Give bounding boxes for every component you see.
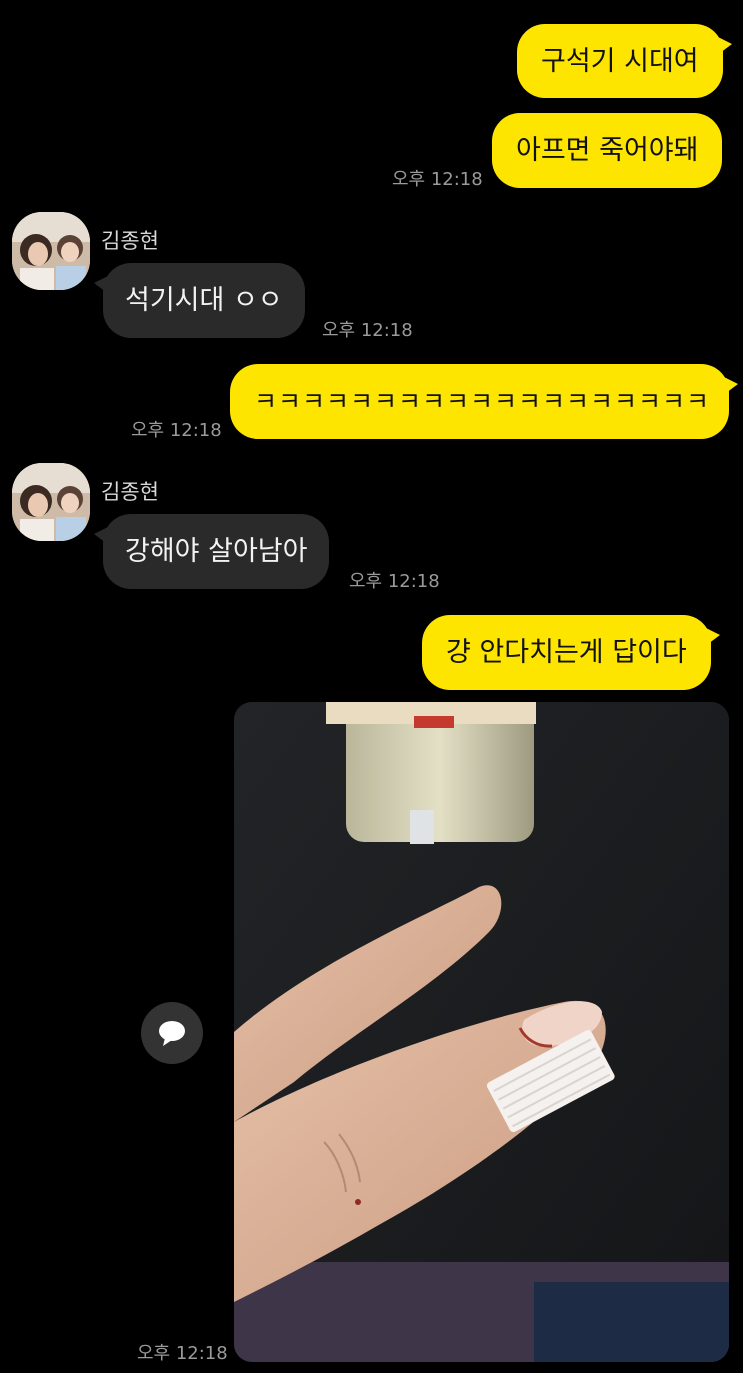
photo-message[interactable] bbox=[234, 702, 729, 1362]
sender-name: 김종현 bbox=[101, 480, 159, 504]
my-message-bubble[interactable]: 걍 안다치는게 답이다 bbox=[422, 615, 720, 690]
sender-name: 김종현 bbox=[101, 229, 159, 253]
other-message-bubble[interactable]: 강해야 살아남아 bbox=[93, 514, 330, 589]
thumb-bandage-photo bbox=[234, 702, 729, 1362]
my-message-bubble[interactable]: ㅋㅋㅋㅋㅋㅋㅋㅋㅋㅋㅋㅋㅋㅋㅋㅋㅋㅋㅋ bbox=[230, 364, 738, 439]
message-timestamp: 오후 12:18 bbox=[349, 571, 440, 592]
message-timestamp: 오후 12:18 bbox=[322, 320, 413, 341]
message-text: 구석기 시대여 bbox=[541, 46, 699, 77]
share-button[interactable] bbox=[141, 1002, 203, 1064]
avatar[interactable] bbox=[12, 212, 90, 290]
message-text: 걍 안다치는게 답이다 bbox=[446, 637, 687, 668]
my-message-bubble[interactable]: 구석기 시대여 bbox=[517, 24, 732, 98]
message-timestamp: 오후 12:18 bbox=[131, 420, 222, 441]
my-message-bubble[interactable]: 아프면 죽어야돼 bbox=[492, 113, 723, 188]
message-text: 강해야 살아남아 bbox=[125, 536, 308, 567]
profile-photo-icon bbox=[12, 463, 90, 541]
avatar[interactable] bbox=[12, 463, 90, 541]
message-text: 아프면 죽어야돼 bbox=[516, 135, 699, 166]
message-timestamp: 오후 12:18 bbox=[137, 1343, 228, 1364]
message-text: 석기시대 ㅇㅇ bbox=[125, 285, 283, 316]
message-text: ㅋㅋㅋㅋㅋㅋㅋㅋㅋㅋㅋㅋㅋㅋㅋㅋㅋㅋㅋ bbox=[254, 387, 711, 416]
message-timestamp: 오후 12:18 bbox=[392, 169, 483, 190]
profile-photo-icon bbox=[12, 212, 90, 290]
other-message-bubble[interactable]: 석기시대 ㅇㅇ bbox=[94, 263, 305, 338]
speech-bubble-icon bbox=[159, 1021, 185, 1046]
